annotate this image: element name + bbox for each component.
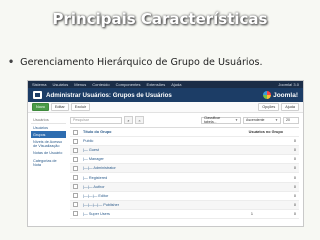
table-row: |— Registered 0 <box>70 173 299 183</box>
sidebar-item-notas[interactable]: Notas de Usuário <box>31 150 66 157</box>
col-header-users[interactable]: Usuários no Grupo <box>227 130 286 134</box>
group-title-link[interactable]: |— Guest <box>83 148 223 152</box>
group-id: 0 <box>293 202 296 207</box>
group-title-link[interactable]: |—|— Administrator <box>83 166 223 170</box>
row-checkbox[interactable] <box>73 175 78 181</box>
users-active-count: 1 <box>250 211 253 216</box>
menu-item-componentes[interactable]: Componentes <box>116 82 141 87</box>
joomla-logo-icon <box>263 91 272 99</box>
group-title-link[interactable]: |—|—|— Editor <box>83 194 223 198</box>
sort-order-value: Ascendente <box>246 118 265 122</box>
row-checkbox[interactable] <box>73 147 78 153</box>
users-icon <box>33 91 42 99</box>
sort-field-value: Classificar tabela... <box>204 116 221 124</box>
row-checkbox[interactable] <box>73 156 78 162</box>
group-id: 0 <box>293 166 296 171</box>
chevron-down-icon: ▼ <box>275 118 278 122</box>
search-icon[interactable]: ⌕ <box>124 116 133 124</box>
brand-logo: Joomla! <box>263 91 298 99</box>
table-header: Título do Grupo Usuários no Grupo <box>70 128 299 138</box>
sidebar: Usuários Usuários Grupos Níveis de Acess… <box>31 116 66 168</box>
row-checkbox[interactable] <box>73 193 78 199</box>
group-title-link[interactable]: |— Super Users <box>83 212 223 216</box>
row-checkbox[interactable] <box>73 211 78 217</box>
bullet-text: Gerenciamento Hierárquico de Grupo de Us… <box>20 57 263 68</box>
menu-item-usuarios[interactable]: Usuários <box>52 82 68 87</box>
group-id: 0 <box>293 148 296 153</box>
table-row: |—|— Administrator 0 <box>70 164 299 174</box>
brand-name: Joomla! <box>273 91 298 99</box>
row-checkbox[interactable] <box>73 165 78 171</box>
help-button[interactable]: Ajuda <box>281 103 299 111</box>
group-id: 0 <box>293 139 296 144</box>
sidebar-item-usuarios[interactable]: Usuários <box>31 124 66 131</box>
groups-table: Título do Grupo Usuários no Grupo Public… <box>70 127 299 219</box>
sidebar-item-niveis-acesso[interactable]: Níveis de Acesso de Visualização <box>31 138 66 149</box>
site-link[interactable]: Joomla! 3.0 <box>278 82 299 87</box>
group-id: 0 <box>293 184 296 189</box>
menu-item-sistema[interactable]: Sistema <box>32 82 46 87</box>
page-title: Administrar Usuários: Grupos de Usuários <box>46 91 172 99</box>
group-title-link[interactable]: |—|—|—|— Publisher <box>83 203 223 207</box>
menu-item-conteudo[interactable]: Conteúdo <box>92 82 109 87</box>
group-id: 0 <box>293 211 296 216</box>
slide-title: Principais Características <box>52 10 268 28</box>
chevron-down-icon: ▼ <box>235 118 238 122</box>
table-row: |—|—|— Editor 0 <box>70 192 299 201</box>
table-row: |— Super Users 1 0 <box>70 210 299 219</box>
table-row: |— Manager 0 <box>70 155 299 165</box>
top-menu-bar: Sistema Usuários Menus Conteúdo Componen… <box>28 81 303 88</box>
slide-bullet: • Gerenciamento Hierárquico de Grupo de U… <box>8 57 318 68</box>
admin-screenshot: Sistema Usuários Menus Conteúdo Componen… <box>27 80 304 227</box>
limit-value: 20 <box>286 118 290 122</box>
limit-select[interactable]: 20 <box>283 116 299 124</box>
toolbar: Novo Editar Excluir Opções Ajuda <box>28 102 303 113</box>
table-row: Public 0 <box>70 137 299 147</box>
content-area: Usuários Usuários Grupos Níveis de Acess… <box>28 113 303 226</box>
sidebar-item-categorias-nota[interactable]: Categorias de Nota <box>31 157 66 168</box>
table-row: |— Guest 0 <box>70 146 299 156</box>
sidebar-item-grupos[interactable]: Grupos <box>31 131 66 139</box>
menu-item-menus[interactable]: Menus <box>74 82 86 87</box>
group-title-link[interactable]: Public <box>83 139 223 143</box>
col-header-title[interactable]: Título do Grupo <box>83 130 227 134</box>
group-id: 0 <box>293 157 296 162</box>
group-id: 0 <box>293 193 296 198</box>
table-row: |—|—|—|— Publisher 0 <box>70 200 299 210</box>
edit-button[interactable]: Editar <box>50 103 69 111</box>
bullet-icon: • <box>8 57 15 68</box>
close-icon[interactable]: × <box>135 116 144 124</box>
sort-field-select[interactable]: Classificar tabela... ▼ <box>201 116 241 124</box>
group-id: 0 <box>293 175 296 180</box>
delete-button[interactable]: Excluir <box>70 103 91 111</box>
select-all-checkbox[interactable] <box>73 129 78 135</box>
sort-order-select[interactable]: Ascendente ▼ <box>243 116 281 124</box>
group-title-link[interactable]: |— Registered <box>83 176 223 180</box>
page-header: Administrar Usuários: Grupos de Usuários… <box>28 88 303 102</box>
row-checkbox[interactable] <box>73 202 78 208</box>
menu-item-ajuda[interactable]: Ajuda <box>171 82 181 87</box>
row-checkbox[interactable] <box>73 138 78 144</box>
table-body: Public 0 |— Guest 0 |— Manager 0 |—|— Administ… <box>70 137 299 219</box>
group-title-link[interactable]: |—|— Author <box>83 185 223 189</box>
menu-item-extensoes[interactable]: Extensões <box>147 82 166 87</box>
sidebar-heading: Usuários <box>31 116 66 124</box>
options-button[interactable]: Opções <box>258 103 280 111</box>
table-row: |—|— Author 0 <box>70 182 299 192</box>
search-input[interactable]: Pesquisar <box>70 116 122 124</box>
row-checkbox[interactable] <box>73 184 78 190</box>
new-button[interactable]: Novo <box>32 103 49 111</box>
filter-bar: Pesquisar ⌕ × Classificar tabela... ▼ As… <box>70 116 299 124</box>
main-panel: Pesquisar ⌕ × Classificar tabela... ▼ As… <box>70 116 299 219</box>
group-title-link[interactable]: |— Manager <box>83 157 223 161</box>
